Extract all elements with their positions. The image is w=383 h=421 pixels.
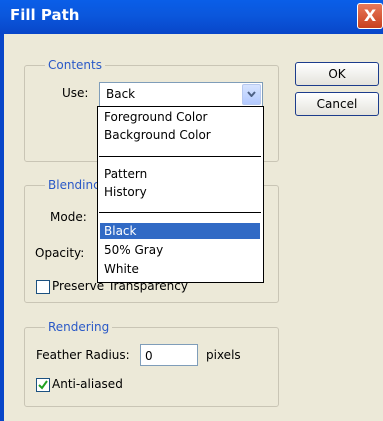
preserve-transparency-checkbox[interactable] [36, 280, 50, 294]
mode-label: Mode: [50, 210, 87, 224]
option-foreground-color[interactable]: Foreground Color [100, 109, 260, 125]
window-frame [0, 34, 4, 421]
dropdown-separator [99, 212, 261, 213]
fill-path-dialog: Fill Path X Contents Use: Back OK Cancel… [0, 0, 383, 421]
anti-aliased-checkbox[interactable] [36, 378, 50, 392]
pixels-label: pixels [206, 348, 241, 362]
option-background-color[interactable]: Background Color [100, 127, 260, 143]
opacity-label: Opacity: [35, 246, 85, 260]
feather-radius-input[interactable]: 0 [140, 344, 198, 366]
dropdown-separator [99, 156, 261, 157]
rendering-group: Rendering [24, 320, 279, 407]
option-pattern[interactable]: Pattern [100, 166, 260, 182]
option-history[interactable]: History [100, 184, 260, 200]
cancel-button[interactable]: Cancel [295, 92, 379, 116]
anti-aliased-label: Anti-aliased [52, 377, 123, 391]
close-icon: X [363, 6, 377, 25]
check-icon [38, 380, 48, 390]
rendering-legend: Rendering [45, 320, 113, 334]
option-black[interactable]: Black [100, 223, 260, 239]
option-50-gray[interactable]: 50% Gray [100, 242, 260, 258]
use-dropdown-list: Foreground Color Background Color Patter… [97, 106, 264, 283]
contents-legend: Contents [45, 58, 105, 72]
use-select-value: Back [106, 87, 136, 101]
option-white[interactable]: White [100, 261, 260, 277]
window-title: Fill Path [10, 6, 80, 24]
close-button[interactable]: X [357, 3, 383, 29]
use-label: Use: [62, 86, 89, 100]
use-select[interactable]: Back [99, 82, 263, 107]
ok-button[interactable]: OK [295, 62, 379, 86]
title-bar: Fill Path X [0, 0, 383, 34]
blending-legend: Blendinc [45, 178, 103, 192]
chevron-down-icon[interactable] [242, 84, 261, 105]
feather-radius-label: Feather Radius: [36, 348, 130, 362]
